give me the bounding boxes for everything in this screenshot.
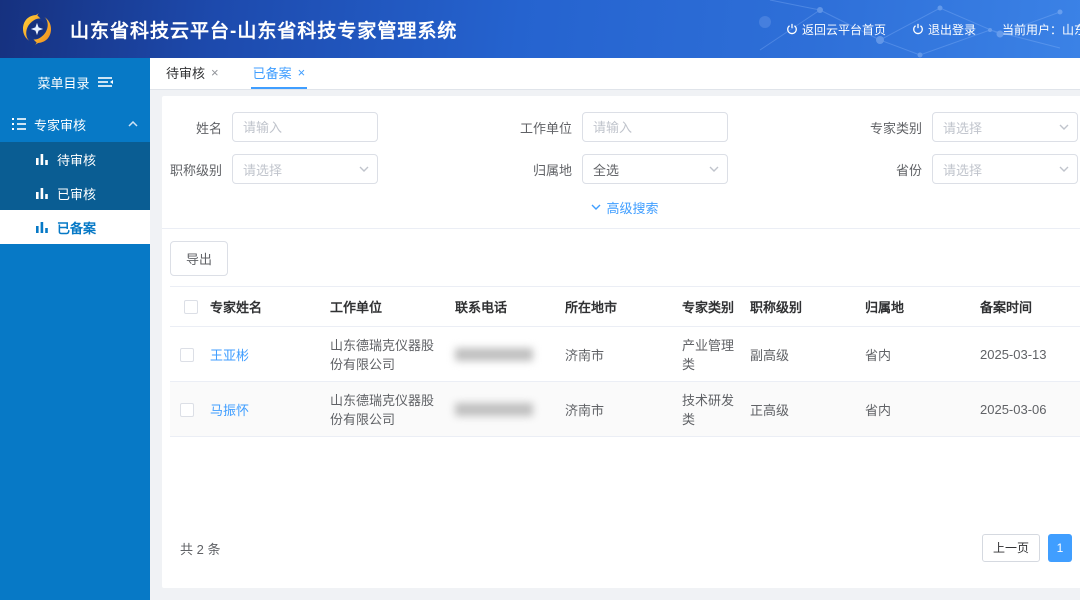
close-icon[interactable]: × [298,65,306,80]
work-unit-field-label: 工作单位 [512,118,582,137]
sidebar-item-filed[interactable]: 已备案 [0,210,150,244]
chevron-down-icon [709,166,719,172]
expert-category-field-label: 专家类别 [862,118,932,137]
chevron-down-icon [359,166,369,172]
current-user-label: 当前用户：山东 [1002,21,1080,38]
cell-region: 省内 [855,382,970,437]
chevron-down-icon [1059,124,1069,130]
chevron-down-icon [591,204,601,210]
bar-chart-icon [36,222,48,233]
select-all-checkbox[interactable] [184,300,198,314]
close-icon[interactable]: × [211,65,219,80]
region-select[interactable]: 全选 [582,154,728,184]
platform-logo-icon [16,8,58,50]
return-home-link[interactable]: 返回云平台首页 [786,21,886,38]
cell-record-date: 2025-03-13 [970,327,1080,382]
col-title-level: 职称级别 [740,287,855,327]
table-row: 马振怀 山东德瑞克仪器股份有限公司 济南市 技术研发类 正高级 省内 2025-… [170,382,1080,437]
province-select[interactable]: 请选择 [932,154,1078,184]
logout-label: 退出登录 [928,21,976,38]
cell-city: 济南市 [555,327,672,382]
tab-label: 已备案 [253,63,292,82]
title-level-field-label: 职称级别 [162,160,232,179]
cell-record-date: 2025-03-06 [970,382,1080,437]
row-checkbox[interactable] [180,403,194,417]
sidebar-item-reviewed[interactable]: 已审核 [0,176,150,210]
select-placeholder: 请选择 [943,160,982,179]
app-header: 山东省科技云平台-山东省科技专家管理系统 返回云平台首页 退出登录 当前用户：山… [0,0,1080,58]
work-unit-input[interactable] [582,112,728,142]
section-divider [162,228,1080,229]
col-category: 专家类别 [672,287,740,327]
bar-chart-icon [36,154,48,165]
tab-bar: 待审核 × 已备案 × [150,58,1080,90]
table-row: 王亚彬 山东德瑞克仪器股份有限公司 济南市 产业管理类 副高级 省内 2025-… [170,327,1080,382]
select-placeholder: 请选择 [943,118,982,137]
total-count-label: 共 2 条 [180,539,220,558]
tab-filed[interactable]: 已备案 × [251,58,308,89]
chevron-up-icon [128,121,138,127]
page-title: 山东省科技云平台-山东省科技专家管理系统 [70,16,457,43]
title-level-select[interactable]: 请选择 [232,154,378,184]
cell-title-level: 正高级 [740,382,855,437]
page-number-button[interactable]: 1 [1048,534,1072,562]
tab-label: 待审核 [166,63,205,82]
cell-category: 技术研发类 [672,382,740,437]
table-header-row: 专家姓名 工作单位 联系电话 所在地市 专家类别 职称级别 归属地 备案时间 [170,287,1080,327]
prev-page-button[interactable]: 上一页 [982,534,1040,562]
cell-city: 济南市 [555,382,672,437]
expert-category-select[interactable]: 请选择 [932,112,1078,142]
menu-directory-label: 菜单目录 [37,73,89,92]
return-home-label: 返回云平台首页 [802,21,886,38]
province-field-label: 省份 [862,160,932,179]
search-form: 姓名 工作单位 专家类别 请选择 职称级别 请选择 [162,96,1080,218]
cell-work-unit: 山东德瑞克仪器股份有限公司 [320,382,445,437]
cell-region: 省内 [855,327,970,382]
advanced-search-toggle[interactable]: 高级搜索 [162,196,1080,218]
tab-pending-review[interactable]: 待审核 × [164,58,221,89]
phone-redacted [455,348,533,361]
select-value: 全选 [593,160,619,179]
sidebar-item-label: 待审核 [57,150,96,169]
col-record-date: 备案时间 [970,287,1080,327]
select-placeholder: 请选择 [243,160,282,179]
name-input[interactable] [232,112,378,142]
export-button[interactable]: 导出 [170,241,228,276]
content-card: 姓名 工作单位 专家类别 请选择 职称级别 请选择 [162,96,1080,588]
collapse-menu-icon [97,76,113,88]
region-field-label: 归属地 [512,160,582,179]
sidebar-submenu: 待审核 已审核 已备案 [0,142,150,244]
sidebar-group-label: 专家审核 [34,115,128,134]
row-checkbox[interactable] [180,348,194,362]
name-field-label: 姓名 [162,118,232,137]
logout-link[interactable]: 退出登录 [912,21,976,38]
sidebar-item-label: 已备案 [57,218,96,237]
sidebar-item-label: 已审核 [57,184,96,203]
col-city: 所在地市 [555,287,672,327]
experts-table: 专家姓名 工作单位 联系电话 所在地市 专家类别 职称级别 归属地 备案时间 王… [170,286,1080,437]
list-icon [12,118,26,130]
bar-chart-icon [36,188,48,199]
pagination: 上一页 1 [982,534,1072,562]
cell-title-level: 副高级 [740,327,855,382]
phone-redacted [455,403,533,416]
col-phone: 联系电话 [445,287,555,327]
col-expert-name: 专家姓名 [200,287,320,327]
cell-category: 产业管理类 [672,327,740,382]
power-icon [912,23,924,35]
col-region: 归属地 [855,287,970,327]
sidebar: 菜单目录 专家审核 待审核 已审核 [0,58,150,600]
chevron-down-icon [1059,166,1069,172]
sidebar-item-pending-review[interactable]: 待审核 [0,142,150,176]
advanced-search-label: 高级搜索 [606,198,658,217]
cell-work-unit: 山东德瑞克仪器股份有限公司 [320,327,445,382]
expert-name-link[interactable]: 王亚彬 [210,348,249,363]
sidebar-group-expert-review[interactable]: 专家审核 [0,106,150,142]
expert-name-link[interactable]: 马振怀 [210,403,249,418]
power-icon [786,23,798,35]
col-work-unit: 工作单位 [320,287,445,327]
menu-directory-header[interactable]: 菜单目录 [0,58,150,98]
